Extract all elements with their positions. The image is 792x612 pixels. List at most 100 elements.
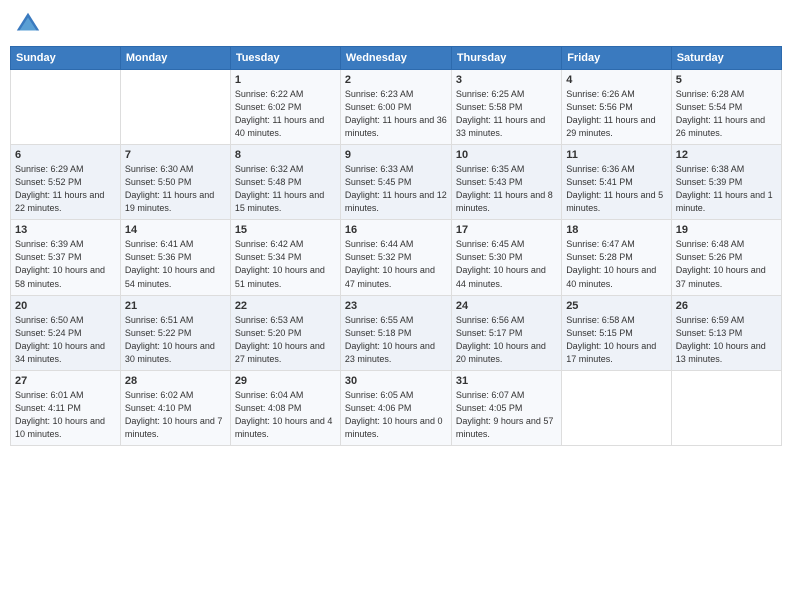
day-info: Sunrise: 6:28 AMSunset: 5:54 PMDaylight:… <box>676 88 777 140</box>
day-number: 10 <box>456 149 557 161</box>
day-info: Sunrise: 6:41 AMSunset: 5:36 PMDaylight:… <box>125 238 226 290</box>
day-number: 14 <box>125 224 226 236</box>
day-number: 20 <box>15 300 116 312</box>
calendar-cell <box>671 370 781 445</box>
day-info: Sunrise: 6:26 AMSunset: 5:56 PMDaylight:… <box>566 88 667 140</box>
calendar-cell: 31 Sunrise: 6:07 AMSunset: 4:05 PMDayligh… <box>451 370 561 445</box>
calendar-cell: 23Sunrise: 6:55 AMSunset: 5:18 PMDayligh… <box>340 295 451 370</box>
calendar-cell: 11 Sunrise: 6:36 AMSunset: 5:41 PMDayligh… <box>562 145 672 220</box>
calendar-cell: 22Sunrise: 6:53 AMSunset: 5:20 PMDayligh… <box>230 295 340 370</box>
day-info: Sunrise: 6:45 AMSunset: 5:30 PMDaylight:… <box>456 238 557 290</box>
weekday-header-cell: Tuesday <box>230 47 340 70</box>
day-number: 18 <box>566 224 667 236</box>
day-number: 7 <box>125 149 226 161</box>
day-info: Sunrise: 6:50 AMSunset: 5:24 PMDaylight:… <box>15 314 116 366</box>
calendar-cell: 30Sunrise: 6:05 AMSunset: 4:06 PMDayligh… <box>340 370 451 445</box>
day-number: 2 <box>345 74 447 86</box>
day-info: Sunrise: 6:38 AMSunset: 5:39 PMDaylight:… <box>676 163 777 215</box>
day-info: Sunrise: 6:05 AMSunset: 4:06 PMDaylight:… <box>345 389 447 441</box>
day-info: Sunrise: 6:59 AMSunset: 5:13 PMDaylight:… <box>676 314 777 366</box>
day-info: Sunrise: 6:33 AMSunset: 5:45 PMDaylight:… <box>345 163 447 215</box>
day-info: Sunrise: 6:02 AMSunset: 4:10 PMDaylight:… <box>125 389 226 441</box>
weekday-header-cell: Wednesday <box>340 47 451 70</box>
day-info: Sunrise: 6:04 AMSunset: 4:08 PMDaylight:… <box>235 389 336 441</box>
day-number: 26 <box>676 300 777 312</box>
calendar-cell: 5 Sunrise: 6:28 AMSunset: 5:54 PMDaylight… <box>671 70 781 145</box>
weekday-header-cell: Friday <box>562 47 672 70</box>
calendar-cell: 21 Sunrise: 6:51 AMSunset: 5:22 PMDayligh… <box>120 295 230 370</box>
day-number: 5 <box>676 74 777 86</box>
calendar-cell <box>11 70 121 145</box>
day-info: Sunrise: 6:29 AMSunset: 5:52 PMDaylight:… <box>15 163 116 215</box>
logo <box>14 10 44 38</box>
day-number: 4 <box>566 74 667 86</box>
calendar-cell: 25 Sunrise: 6:58 AMSunset: 5:15 PMDayligh… <box>562 295 672 370</box>
day-number: 11 <box>566 149 667 161</box>
day-number: 3 <box>456 74 557 86</box>
day-number: 31 <box>456 375 557 387</box>
day-number: 16 <box>345 224 447 236</box>
day-info: Sunrise: 6:35 AMSunset: 5:43 PMDaylight:… <box>456 163 557 215</box>
calendar-cell: 16 Sunrise: 6:44 AMSunset: 5:32 PMDayligh… <box>340 220 451 295</box>
day-info: Sunrise: 6:25 AMSunset: 5:58 PMDaylight:… <box>456 88 557 140</box>
day-number: 13 <box>15 224 116 236</box>
day-number: 25 <box>566 300 667 312</box>
weekday-header-cell: Sunday <box>11 47 121 70</box>
day-info: Sunrise: 6:01 AMSunset: 4:11 PMDaylight:… <box>15 389 116 441</box>
day-info: Sunrise: 6:22 AMSunset: 6:02 PMDaylight:… <box>235 88 336 140</box>
calendar-cell: 19 Sunrise: 6:48 AMSunset: 5:26 PMDayligh… <box>671 220 781 295</box>
day-info: Sunrise: 6:51 AMSunset: 5:22 PMDaylight:… <box>125 314 226 366</box>
day-number: 9 <box>345 149 447 161</box>
day-number: 21 <box>125 300 226 312</box>
calendar-cell: 27 Sunrise: 6:01 AMSunset: 4:11 PMDayligh… <box>11 370 121 445</box>
calendar-cell: 2 Sunrise: 6:23 AMSunset: 6:00 PMDaylight… <box>340 70 451 145</box>
day-number: 17 <box>456 224 557 236</box>
calendar-cell: 9 Sunrise: 6:33 AMSunset: 5:45 PMDaylight… <box>340 145 451 220</box>
calendar-cell: 6 Sunrise: 6:29 AMSunset: 5:52 PMDaylight… <box>11 145 121 220</box>
calendar-cell: 29 Sunrise: 6:04 AMSunset: 4:08 PMDayligh… <box>230 370 340 445</box>
calendar-cell: 18 Sunrise: 6:47 AMSunset: 5:28 PMDayligh… <box>562 220 672 295</box>
calendar-cell <box>120 70 230 145</box>
day-info: Sunrise: 6:36 AMSunset: 5:41 PMDaylight:… <box>566 163 667 215</box>
day-number: 12 <box>676 149 777 161</box>
day-number: 28 <box>125 375 226 387</box>
calendar-cell: 1 Sunrise: 6:22 AMSunset: 6:02 PMDaylight… <box>230 70 340 145</box>
calendar-cell: 20 Sunrise: 6:50 AMSunset: 5:24 PMDayligh… <box>11 295 121 370</box>
day-number: 6 <box>15 149 116 161</box>
day-info: Sunrise: 6:42 AMSunset: 5:34 PMDaylight:… <box>235 238 336 290</box>
day-info: Sunrise: 6:53 AMSunset: 5:20 PMDaylight:… <box>235 314 336 366</box>
calendar-cell: 15 Sunrise: 6:42 AMSunset: 5:34 PMDayligh… <box>230 220 340 295</box>
calendar-cell: 8 Sunrise: 6:32 AMSunset: 5:48 PMDaylight… <box>230 145 340 220</box>
calendar-cell: 26 Sunrise: 6:59 AMSunset: 5:13 PMDayligh… <box>671 295 781 370</box>
day-info: Sunrise: 6:44 AMSunset: 5:32 PMDaylight:… <box>345 238 447 290</box>
calendar-cell: 12 Sunrise: 6:38 AMSunset: 5:39 PMDayligh… <box>671 145 781 220</box>
logo-icon <box>14 10 42 38</box>
day-number: 8 <box>235 149 336 161</box>
day-info: Sunrise: 6:48 AMSunset: 5:26 PMDaylight:… <box>676 238 777 290</box>
weekday-header-cell: Monday <box>120 47 230 70</box>
weekday-header-cell: Thursday <box>451 47 561 70</box>
day-number: 24 <box>456 300 557 312</box>
day-info: Sunrise: 6:32 AMSunset: 5:48 PMDaylight:… <box>235 163 336 215</box>
weekday-header-cell: Saturday <box>671 47 781 70</box>
day-number: 15 <box>235 224 336 236</box>
day-number: 23 <box>345 300 447 312</box>
calendar-cell: 13 Sunrise: 6:39 AMSunset: 5:37 PMDayligh… <box>11 220 121 295</box>
calendar-cell: 24 Sunrise: 6:56 AMSunset: 5:17 PMDayligh… <box>451 295 561 370</box>
day-info: Sunrise: 6:39 AMSunset: 5:37 PMDaylight:… <box>15 238 116 290</box>
day-info: Sunrise: 6:47 AMSunset: 5:28 PMDaylight:… <box>566 238 667 290</box>
day-info: Sunrise: 6:30 AMSunset: 5:50 PMDaylight:… <box>125 163 226 215</box>
page: SundayMondayTuesdayWednesdayThursdayFrid… <box>0 0 792 612</box>
day-number: 27 <box>15 375 116 387</box>
day-info: Sunrise: 6:58 AMSunset: 5:15 PMDaylight:… <box>566 314 667 366</box>
calendar-table: SundayMondayTuesdayWednesdayThursdayFrid… <box>10 46 782 446</box>
day-info: Sunrise: 6:56 AMSunset: 5:17 PMDaylight:… <box>456 314 557 366</box>
day-number: 1 <box>235 74 336 86</box>
calendar-cell <box>562 370 672 445</box>
day-info: Sunrise: 6:07 AMSunset: 4:05 PMDaylight:… <box>456 389 557 441</box>
day-number: 29 <box>235 375 336 387</box>
calendar-cell: 3 Sunrise: 6:25 AMSunset: 5:58 PMDaylight… <box>451 70 561 145</box>
header <box>10 10 782 38</box>
day-info: Sunrise: 6:23 AMSunset: 6:00 PMDaylight:… <box>345 88 447 140</box>
day-number: 19 <box>676 224 777 236</box>
